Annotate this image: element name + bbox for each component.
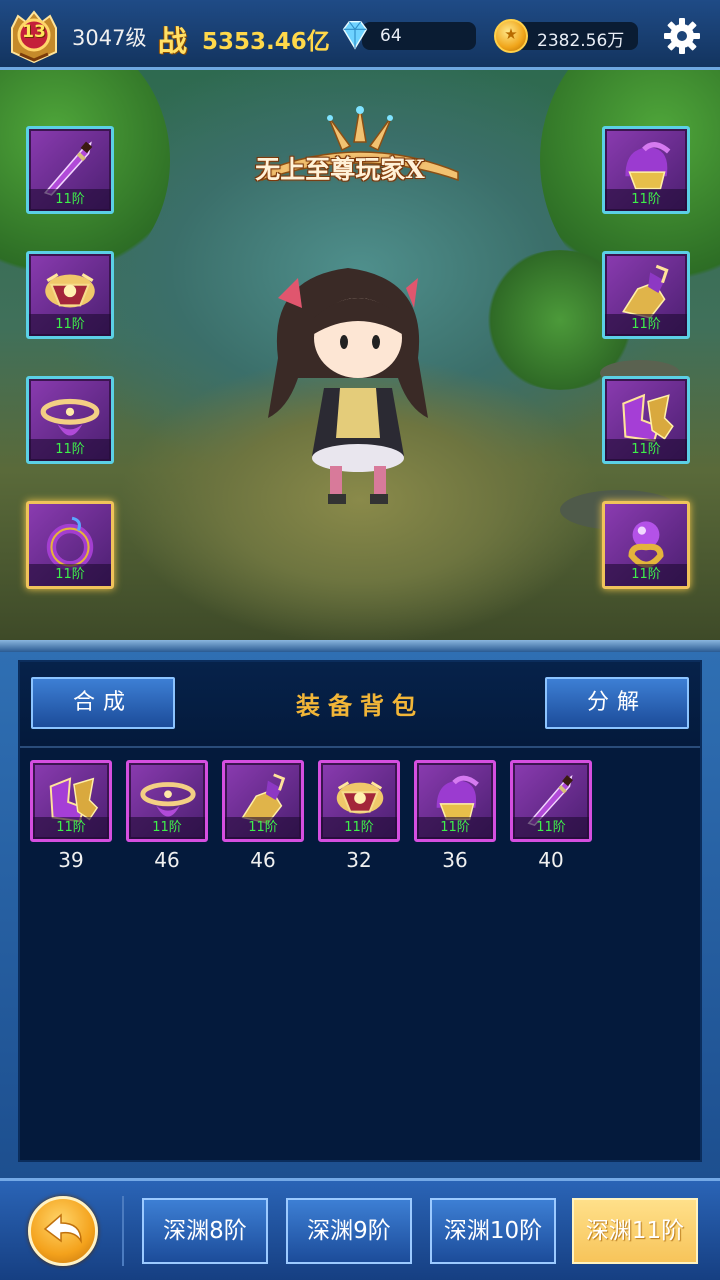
bag-item-slot[interactable]: 11阶 — [30, 760, 112, 842]
top-status-bar: 13 3047级 战 5353.46亿 64 ★ 2382.56万 — [0, 0, 720, 70]
tab-abyss-8[interactable]: 深渊8阶 — [142, 1198, 268, 1264]
bottom-divider — [122, 1196, 124, 1266]
tier-label: 11阶 — [605, 439, 687, 461]
equip-slot-amulet[interactable]: 11阶 — [26, 501, 114, 589]
gem-count: 64 — [380, 26, 402, 46]
equip-slot-helmet[interactable]: 11阶 — [602, 126, 690, 214]
gold-count: 2382.56万 — [537, 31, 625, 51]
tier-label: 11阶 — [29, 314, 111, 336]
equip-slot-boots[interactable]: 11阶 — [602, 376, 690, 464]
tier-label: 11阶 — [417, 817, 493, 839]
item-count: 36 — [442, 848, 468, 872]
tier-label: 11阶 — [129, 817, 205, 839]
bag-item-slot[interactable]: 11阶 — [318, 760, 400, 842]
tier-label: 11阶 — [321, 817, 397, 839]
equip-slot-armor[interactable]: 11阶 — [26, 251, 114, 339]
bag-title: 装备背包 — [296, 692, 424, 720]
tab-abyss-11[interactable]: 深渊11阶 — [572, 1198, 698, 1264]
tier-label: 11阶 — [513, 817, 589, 839]
equip-slot-ring[interactable]: 11阶 — [602, 501, 690, 589]
item-count: 32 — [346, 848, 372, 872]
gold-coin-star: ★ — [504, 25, 518, 43]
diamond-icon[interactable] — [336, 16, 374, 54]
bag-item[interactable]: 11阶 40 — [510, 760, 592, 872]
bag-item[interactable]: 11阶 46 — [126, 760, 208, 872]
back-arrow-icon — [43, 1213, 82, 1244]
back-button[interactable] — [28, 1196, 98, 1266]
gold-coin-icon[interactable]: ★ — [494, 19, 528, 53]
bag-item[interactable]: 11阶 46 — [222, 760, 304, 872]
bag-item-slot[interactable]: 11阶 — [222, 760, 304, 842]
player-level: 3047级 — [72, 26, 147, 50]
tier-label: 11阶 — [605, 314, 687, 336]
tier-label: 11阶 — [605, 189, 687, 211]
decompose-button[interactable]: 分解 — [545, 677, 689, 729]
equip-slot-gauntlet[interactable]: 11阶 — [602, 251, 690, 339]
tier-label: 11阶 — [29, 189, 111, 211]
character-avatar[interactable] — [258, 238, 438, 510]
tier-label: 11阶 — [29, 439, 111, 461]
bag-item[interactable]: 11阶 39 — [30, 760, 112, 872]
tab-abyss-10[interactable]: 深渊10阶 — [430, 1198, 556, 1264]
tier-label: 11阶 — [605, 564, 687, 586]
equip-slot-belt[interactable]: 11阶 — [26, 376, 114, 464]
tab-abyss-9[interactable]: 深渊9阶 — [286, 1198, 412, 1264]
tier-label: 11阶 — [225, 817, 301, 839]
bag-item-slot[interactable]: 11阶 — [414, 760, 496, 842]
bag-item-slot[interactable]: 11阶 — [126, 760, 208, 842]
item-count: 46 — [250, 848, 276, 872]
bag-item-slot[interactable]: 11阶 — [510, 760, 592, 842]
item-count: 46 — [154, 848, 180, 872]
gear-icon[interactable] — [662, 16, 702, 56]
power-icon: 战 — [158, 24, 188, 58]
scene-divider — [0, 640, 720, 652]
tier-label: 11阶 — [29, 564, 111, 586]
item-count: 40 — [538, 848, 564, 872]
combat-power: 5353.46亿 — [202, 29, 330, 55]
equip-slot-weapon[interactable]: 11阶 — [26, 126, 114, 214]
vip-level: 13 — [22, 22, 46, 42]
tier-label: 11阶 — [33, 817, 109, 839]
bag-item[interactable]: 11阶 32 — [318, 760, 400, 872]
player-title: 无上至尊玩家X — [255, 155, 425, 184]
vip-badge-icon[interactable]: 13 — [6, 8, 62, 64]
bag-item[interactable]: 11阶 36 — [414, 760, 496, 872]
combine-button[interactable]: 合成 — [31, 677, 175, 729]
item-count: 39 — [58, 848, 84, 872]
